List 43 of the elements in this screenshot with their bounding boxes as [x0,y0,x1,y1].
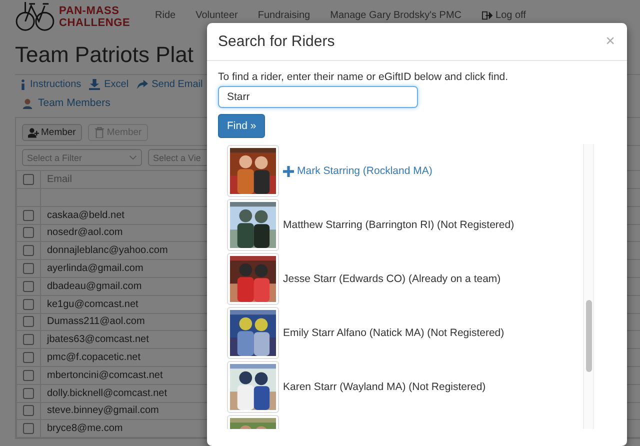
logo-text: PAN-MASS [59,4,120,16]
download-icon [89,78,100,90]
modal-title: Search for Riders [218,33,335,50]
chevron-down-icon [129,155,137,160]
member-button[interactable]: Member [22,124,82,141]
nav-link[interactable]: Ride [155,10,176,21]
bicycle-logo-icon [15,0,55,33]
search-field[interactable]: Starr [218,86,418,108]
nav-link[interactable]: Fundraising [258,10,310,21]
logo-text: CHALLENGE [59,16,130,28]
nav-link[interactable]: Log off [482,10,526,21]
checkbox[interactable] [23,174,34,185]
checkbox[interactable] [23,316,34,328]
checkbox[interactable] [23,210,34,221]
share-icon [136,78,148,90]
checkbox[interactable] [23,280,34,292]
nav-link[interactable]: Volunteer [196,10,238,21]
info-icon [20,78,26,90]
checkbox[interactable] [23,263,34,274]
action-link[interactable]: Excel [89,78,129,90]
checkbox[interactable] [23,298,34,310]
action-link[interactable]: Instructions [20,78,82,90]
checkbox[interactable] [23,370,34,381]
close-button[interactable]: × [604,32,617,50]
nav-link[interactable]: Manage Gary Brodsky's PMC [330,10,462,21]
checkbox[interactable] [23,245,34,256]
person-icon [22,98,33,108]
trash-icon [94,127,105,138]
page-title: Team Patriots Plat [15,42,195,68]
plus-icon [283,166,294,176]
checkbox[interactable] [23,227,34,238]
add-user-icon [28,127,39,138]
action-link[interactable]: Send Email [136,78,203,90]
scrollbar-thumb[interactable] [586,300,592,372]
section-link[interactable]: Team Members [38,97,110,109]
logoff-icon [482,10,493,21]
find-button[interactable]: Find » [218,114,266,138]
checkbox[interactable] [23,388,34,399]
checkbox[interactable] [23,352,34,364]
checkbox[interactable] [23,334,34,346]
checkbox[interactable] [23,423,34,434]
instructions-text: To find a rider, enter their name or eGiftID below and click find. [218,71,510,83]
checkbox[interactable] [23,405,34,416]
